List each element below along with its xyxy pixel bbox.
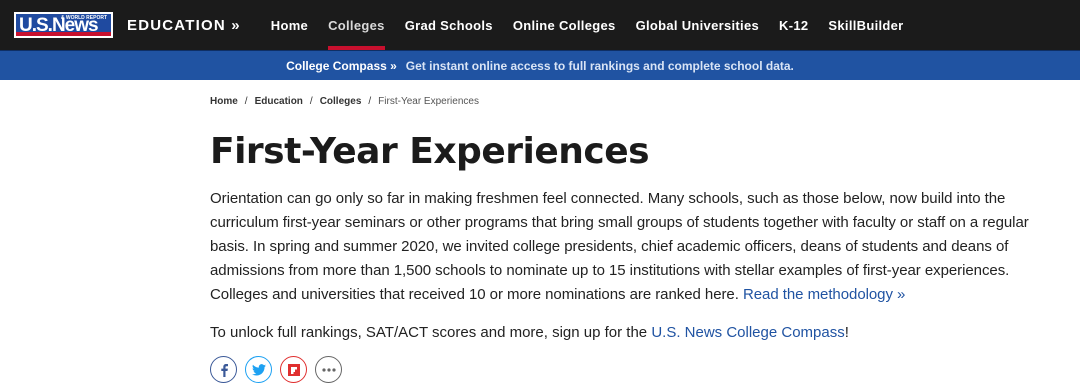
nav-home[interactable]: Home [261,0,318,50]
unlock-paragraph: To unlock full rankings, SAT/ACT scores … [210,321,1030,345]
education-section-link[interactable]: EDUCATION » [127,17,241,34]
college-compass-promo-text[interactable]: Get instant online access to full rankin… [406,59,794,73]
top-navigation: U.S.News & WORLD REPORT EDUCATION » Home… [0,0,1080,50]
facebook-icon [220,363,228,377]
college-compass-banner: College Compass » Get instant online acc… [0,50,1080,80]
intro-text: Orientation can go only so far in making… [210,190,1029,303]
social-share-bar [210,356,1030,383]
breadcrumb-colleges[interactable]: Colleges [320,96,362,107]
nav-k12[interactable]: K-12 [769,0,818,50]
logo-stripe [16,32,111,36]
nav-skillbuilder[interactable]: SkillBuilder [818,0,913,50]
flipboard-icon [287,363,300,376]
twitter-icon [251,363,266,376]
unlock-suffix: ! [844,324,849,341]
nav-online-colleges[interactable]: Online Colleges [503,0,626,50]
more-share-button[interactable] [315,356,342,383]
twitter-share-button[interactable] [245,356,272,383]
page-title: First-Year Experiences [210,131,650,172]
nav-colleges[interactable]: Colleges [318,0,395,50]
breadcrumb-education[interactable]: Education [255,96,303,107]
breadcrumb-separator: / [309,96,313,107]
breadcrumb-home[interactable]: Home [210,96,238,107]
breadcrumb: Home / Education / Colleges / First-Year… [210,96,1030,107]
more-icon [321,367,336,372]
intro-paragraph: Orientation can go only so far in making… [210,187,1030,307]
college-compass-link[interactable]: College Compass » [286,59,397,73]
breadcrumb-separator: / [244,96,248,107]
nav-grad-schools[interactable]: Grad Schools [395,0,503,50]
breadcrumb-current: First-Year Experiences [378,96,479,107]
nav-global-universities[interactable]: Global Universities [626,0,769,50]
breadcrumb-separator: / [368,96,372,107]
primary-nav: Home Colleges Grad Schools Online Colleg… [261,0,914,50]
unlock-text: To unlock full rankings, SAT/ACT scores … [210,324,648,341]
college-compass-signup-link[interactable]: U.S. News College Compass [651,324,844,341]
logo-subtext: & WORLD REPORT [60,15,107,21]
main-content: Home / Education / Colleges / First-Year… [210,96,1030,383]
usnews-logo[interactable]: U.S.News & WORLD REPORT [14,12,113,38]
methodology-link[interactable]: Read the methodology » [743,286,905,303]
facebook-share-button[interactable] [210,356,237,383]
flipboard-share-button[interactable] [280,356,307,383]
